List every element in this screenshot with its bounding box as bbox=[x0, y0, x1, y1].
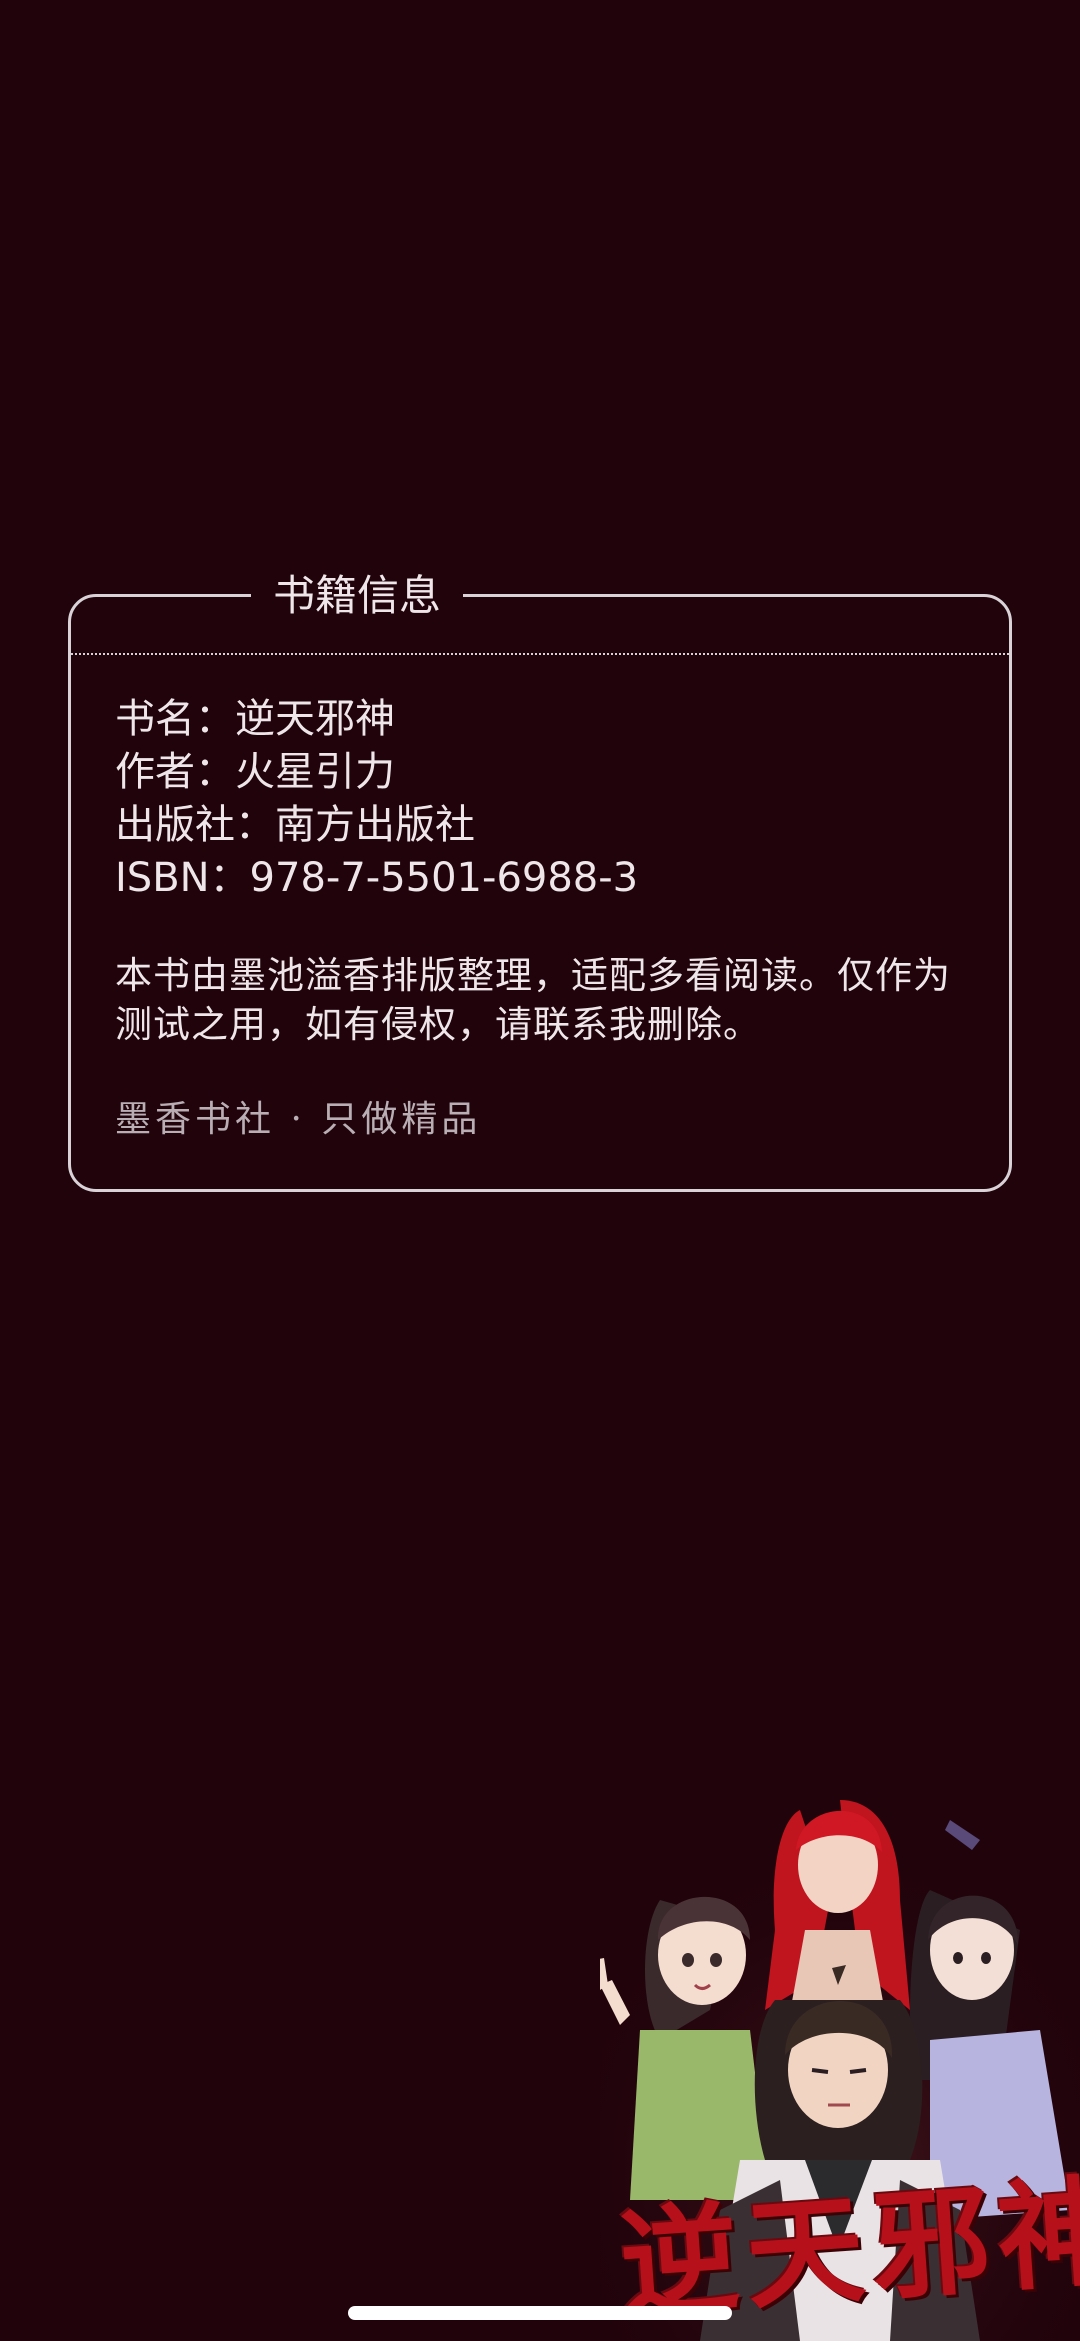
book-metadata: 书名：逆天邪神 作者：火星引力 出版社：南方出版社 ISBN：978-7-550… bbox=[115, 693, 638, 905]
home-indicator[interactable] bbox=[348, 2306, 732, 2320]
book-info-card: 书籍信息 书名：逆天邪神 作者：火星引力 出版社：南方出版社 ISBN：978-… bbox=[68, 569, 1012, 1192]
card-title: 书籍信息 bbox=[251, 569, 464, 623]
publisher-slogan: 墨香书社 · 只做精品 bbox=[115, 1099, 482, 1140]
book-publisher: 出版社：南方出版社 bbox=[115, 802, 475, 848]
book-author: 作者：火星引力 bbox=[115, 749, 395, 795]
dotted-divider bbox=[68, 653, 1012, 655]
book-isbn: ISBN：978-7-5501-6988-3 bbox=[115, 855, 639, 901]
book-name: 书名：逆天邪神 bbox=[115, 696, 395, 742]
disclaimer-note: 本书由墨池溢香排版整理，适配多看阅读。仅作为测试之用，如有侵权，请联系我删除。 bbox=[115, 954, 951, 1046]
